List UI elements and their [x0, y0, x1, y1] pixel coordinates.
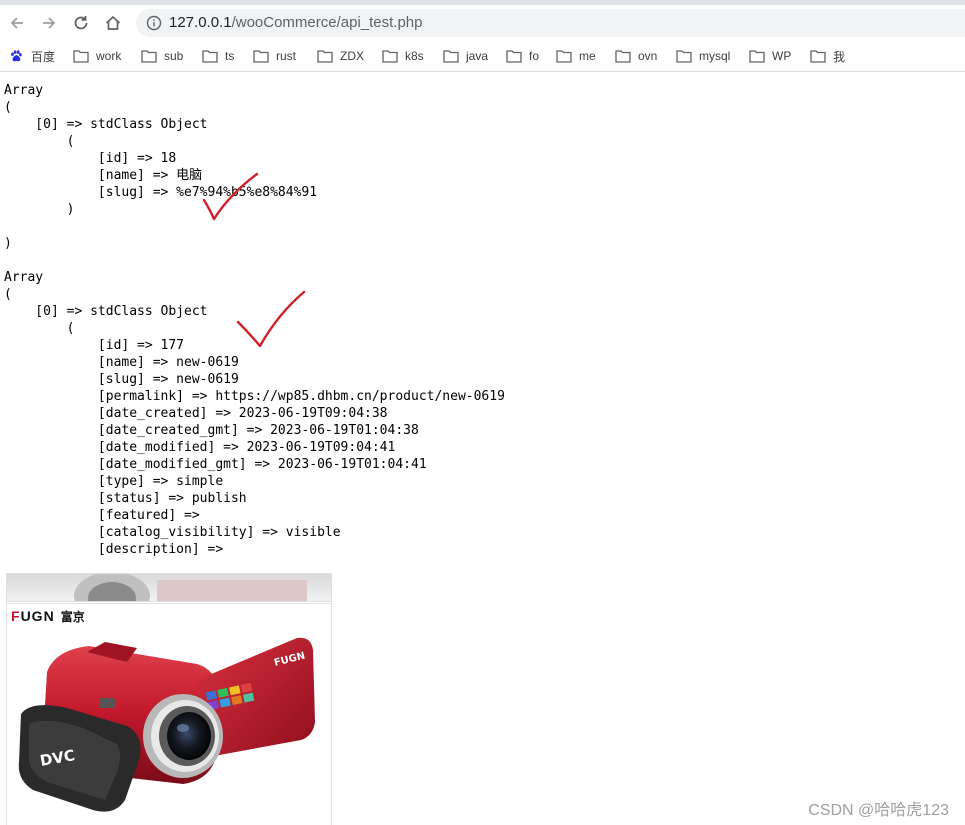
reload-button[interactable]: [68, 10, 94, 36]
bookmark-folder-k8s[interactable]: k8s: [382, 47, 424, 65]
output-line: [0] => stdClass Object: [4, 117, 208, 132]
bookmark-folder-ovn[interactable]: ovn: [615, 47, 657, 65]
output-line: [status] => publish: [4, 491, 247, 506]
output-line: Array: [4, 83, 44, 98]
output-line: [0] => stdClass Object: [4, 304, 208, 319]
bookmark-folder-wo[interactable]: 我: [810, 47, 845, 65]
bookmark-label: sub: [164, 49, 184, 63]
output-line: [name] => 电脑: [4, 168, 203, 183]
bookmark-label: ovn: [638, 49, 658, 63]
baidu-paw-icon: [11, 50, 22, 62]
bookmark-label: rust: [276, 49, 297, 63]
output-line: (: [4, 287, 12, 302]
output-line: [date_modified] => 2023-06-19T09:04:41: [4, 440, 396, 455]
folder-icon: [443, 50, 459, 63]
bookmark-label: java: [466, 49, 489, 63]
bookmark-label: work: [96, 49, 122, 63]
bookmark-folder-mysql[interactable]: mysql: [676, 47, 730, 65]
folder-icon: [73, 50, 89, 63]
output-line: [date_modified_gmt] => 2023-06-19T01:04:…: [4, 457, 427, 472]
output-line: ): [4, 236, 12, 251]
output-line: Array: [4, 270, 44, 285]
bookmark-label: mysql: [699, 49, 731, 63]
folder-icon: [382, 50, 398, 63]
output-line: [description] =>: [4, 542, 224, 557]
product-image-strip: [6, 573, 332, 602]
folder-icon: [253, 50, 269, 63]
home-button[interactable]: [100, 10, 126, 36]
output-line: [permalink] => https://wp85.dhbm.cn/prod…: [4, 389, 505, 404]
bookmark-label: WP: [772, 49, 792, 63]
forward-button[interactable]: [36, 10, 62, 36]
reload-icon: [74, 16, 88, 30]
output-line: [name] => new-0619: [4, 355, 239, 370]
browser-toolbar: 127.0.0.1/wooCommerce/api_test.php: [0, 5, 965, 41]
bookmark-baidu[interactable]: 百度: [8, 47, 55, 65]
folder-icon: [749, 50, 765, 63]
folder-icon: [141, 50, 157, 63]
output-line: (: [4, 100, 12, 115]
bookmark-label: me: [579, 49, 596, 63]
folder-icon: [810, 50, 826, 63]
home-icon: [105, 15, 121, 30]
output-line: [date_created] => 2023-06-19T09:04:38: [4, 406, 388, 421]
bookmark-folder-ts[interactable]: ts: [202, 47, 234, 65]
bookmarks-bar: 百度 work sub ts rust ZDX k8s java fo me o…: [0, 41, 965, 72]
bookmark-folder-wp[interactable]: WP: [749, 47, 791, 65]
info-icon[interactable]: [146, 15, 162, 31]
url-text: 127.0.0.1/wooCommerce/api_test.php: [169, 14, 423, 31]
folder-icon: [202, 50, 218, 63]
folder-icon: [556, 50, 572, 63]
bookmark-label: ts: [225, 49, 235, 63]
back-button[interactable]: [4, 10, 30, 36]
output-line: [slug] => new-0619: [4, 372, 239, 387]
bookmark-folder-java[interactable]: java: [443, 47, 488, 65]
output-line: [date_created_gmt] => 2023-06-19T01:04:3…: [4, 423, 419, 438]
bookmark-label: ZDX: [340, 49, 364, 63]
output-line: [slug] => %e7%94%b5%e8%84%91: [4, 185, 318, 200]
bookmark-folder-sub[interactable]: sub: [141, 47, 183, 65]
bookmark-label: fo: [529, 49, 540, 63]
folder-icon: [615, 50, 631, 63]
page-content: Array ( [0] => stdClass Object ( [id] =>…: [0, 72, 965, 825]
product-image: FUGN 富京 FUGN DVC: [6, 603, 332, 825]
url-host: 127.0.0.1: [169, 14, 232, 31]
output-line: (: [4, 321, 75, 336]
camera-lens-partial-icon: [74, 574, 307, 601]
red-check-mark-1: [202, 172, 259, 221]
bookmark-label: 我: [833, 49, 846, 64]
output-line: [id] => 18: [4, 151, 177, 166]
arrow-right-icon: [43, 17, 56, 29]
red-check-mark-2: [236, 290, 306, 348]
output-line: ): [4, 202, 75, 217]
folder-icon: [506, 50, 522, 63]
bookmark-folder-zdx[interactable]: ZDX: [317, 47, 364, 65]
folder-icon: [676, 50, 692, 63]
bookmark-folder-rust[interactable]: rust: [253, 47, 296, 65]
bookmark-folder-fo[interactable]: fo: [506, 47, 539, 65]
bookmark-folder-work[interactable]: work: [73, 47, 121, 65]
arrow-left-icon: [10, 17, 23, 29]
output-line: [id] => 177: [4, 338, 185, 353]
camcorder-illustration: FUGN DVC: [18, 637, 315, 812]
bookmark-folder-me[interactable]: me: [556, 47, 596, 65]
url-path: /wooCommerce/api_test.php: [231, 14, 423, 31]
bookmark-label: 百度: [31, 49, 56, 64]
csdn-watermark: CSDN @哈哈虎123: [808, 802, 949, 819]
address-bar[interactable]: 127.0.0.1/wooCommerce/api_test.php: [136, 9, 965, 37]
folder-icon: [317, 50, 333, 63]
output-line: [type] => simple: [4, 474, 224, 489]
output-line: (: [4, 134, 75, 149]
bookmark-label: k8s: [405, 49, 424, 63]
output-line: [catalog_visibility] => visible: [4, 525, 341, 540]
output-line: [featured] =>: [4, 508, 200, 523]
